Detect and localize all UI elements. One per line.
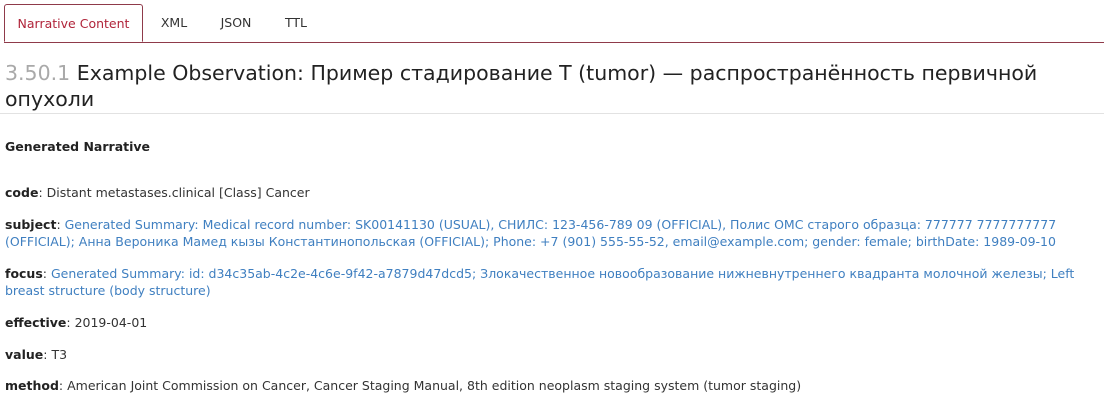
method-value: American Joint Commission on Cancer, Can… bbox=[67, 378, 802, 393]
value-value: T3 bbox=[51, 347, 68, 362]
code-value: Distant metastases.clinical [Class] Canc… bbox=[46, 185, 310, 200]
section-number: 3.50.1 bbox=[5, 61, 71, 85]
field-code: code: Distant metastases.clinical [Class… bbox=[5, 185, 310, 200]
field-focus: focus: Generated Summary: id: d34c35ab-4… bbox=[5, 266, 1075, 298]
title-text: Example Observation: Пример стадирование… bbox=[5, 61, 1038, 111]
tab-json[interactable]: JSON bbox=[214, 4, 258, 42]
tab-narrative-content[interactable]: Narrative Content bbox=[4, 4, 143, 42]
effective-value: 2019-04-01 bbox=[74, 315, 148, 330]
field-subject: subject: Generated Summary: Medical reco… bbox=[5, 217, 1057, 249]
tab-bar: Narrative Content XML JSON TTL bbox=[4, 4, 1104, 43]
page-title: 3.50.1 Example Observation: Пример стади… bbox=[5, 60, 1065, 112]
field-effective: effective: 2019-04-01 bbox=[5, 315, 148, 330]
code-label: code bbox=[5, 185, 39, 200]
value-label: value bbox=[5, 347, 44, 362]
subject-label: subject bbox=[5, 217, 57, 232]
focus-link[interactable]: Generated Summary: id: d34c35ab-4c2e-4c6… bbox=[5, 266, 1074, 298]
subject-link[interactable]: Generated Summary: Medical record number… bbox=[5, 217, 1056, 249]
generated-narrative-heading: Generated Narrative bbox=[5, 139, 151, 154]
title-divider bbox=[0, 113, 1104, 114]
tab-xml[interactable]: XML bbox=[154, 4, 194, 42]
field-value: value: T3 bbox=[5, 347, 68, 362]
field-method: method: American Joint Commission on Can… bbox=[5, 378, 802, 393]
tab-ttl[interactable]: TTL bbox=[279, 4, 313, 42]
effective-label: effective bbox=[5, 315, 67, 330]
method-label: method bbox=[5, 378, 59, 393]
focus-label: focus bbox=[5, 266, 43, 281]
